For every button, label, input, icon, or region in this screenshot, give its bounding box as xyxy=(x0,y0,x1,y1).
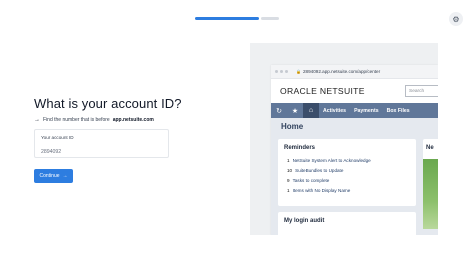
gear-icon: ⚙ xyxy=(452,14,460,24)
netsuite-header: ORACLE NETSUITE Search xyxy=(271,79,438,103)
browser-window: 🔒 2894092.app.netsuite.com/app/center OR… xyxy=(271,65,438,235)
side-card-title: Ne xyxy=(426,145,434,151)
continue-button[interactable]: Continue → xyxy=(34,169,73,183)
url-text: 2894092.app.netsuite.com/app/center xyxy=(302,69,381,74)
progress-fill xyxy=(195,17,259,20)
account-id-input[interactable] xyxy=(41,149,162,155)
hint-text: → Find the number that is before app.net… xyxy=(34,117,154,123)
hint-domain: app.netsuite.com xyxy=(112,117,154,123)
reminder-item: 1 NetSuite System Alert to Acknowledge xyxy=(287,157,371,163)
reminder-item: 10 SuiteBundles to Update xyxy=(287,167,344,173)
nav-item-activities: Activities xyxy=(323,107,347,114)
settings-button[interactable]: ⚙ xyxy=(449,12,463,26)
window-dot xyxy=(280,70,283,73)
nav-item-box-files: Box Files xyxy=(386,107,410,114)
reminder-item: 1 Items with No Display Name xyxy=(287,187,351,193)
reminders-card: Reminders 1 NetSuite System Alert to Ack… xyxy=(278,139,416,206)
progress-remaining xyxy=(261,17,279,20)
reminders-title: Reminders xyxy=(284,145,316,151)
account-id-field[interactable]: Your account ID xyxy=(34,129,169,158)
dashboard-content: Reminders 1 NetSuite System Alert to Ack… xyxy=(271,135,438,235)
window-dot xyxy=(285,70,288,73)
side-card: Ne xyxy=(423,139,438,229)
nav-item-payments: Payments xyxy=(354,107,379,114)
arrow-right-icon: → xyxy=(34,117,40,123)
hint-prefix: Find the number that is before xyxy=(43,117,110,123)
home-title: Home xyxy=(271,118,438,135)
reminder-item: 9 Tasks to complete xyxy=(287,177,330,183)
star-icon: ★ xyxy=(291,107,299,115)
progress-bar xyxy=(195,17,279,20)
chart-area xyxy=(423,159,438,229)
login-audit-title: My login audit xyxy=(284,218,325,224)
history-icon: ↻ xyxy=(276,107,282,115)
login-audit-card: My login audit xyxy=(278,212,416,235)
netsuite-preview: 🔒 2894092.app.netsuite.com/app/center OR… xyxy=(250,43,438,235)
continue-label: Continue xyxy=(39,173,60,179)
lock-icon: 🔒 xyxy=(296,69,301,74)
page-title: What is your account ID? xyxy=(34,96,182,111)
url-text-wrap: 🔒 2894092.app.netsuite.com/app/center xyxy=(296,69,380,74)
window-dot xyxy=(275,70,278,73)
arrow-right-icon: → xyxy=(62,173,68,179)
account-id-label: Your account ID xyxy=(41,135,74,140)
home-icon: ⌂ xyxy=(303,103,319,118)
oracle-netsuite-logo: ORACLE NETSUITE xyxy=(280,86,365,96)
netsuite-search: Search xyxy=(405,85,438,97)
browser-url-bar: 🔒 2894092.app.netsuite.com/app/center xyxy=(271,65,438,79)
account-id-page: ⚙ What is your account ID? → Find the nu… xyxy=(0,0,474,256)
netsuite-navbar: ↻ ★ ⌂ Activities Payments Box Files xyxy=(271,103,438,118)
